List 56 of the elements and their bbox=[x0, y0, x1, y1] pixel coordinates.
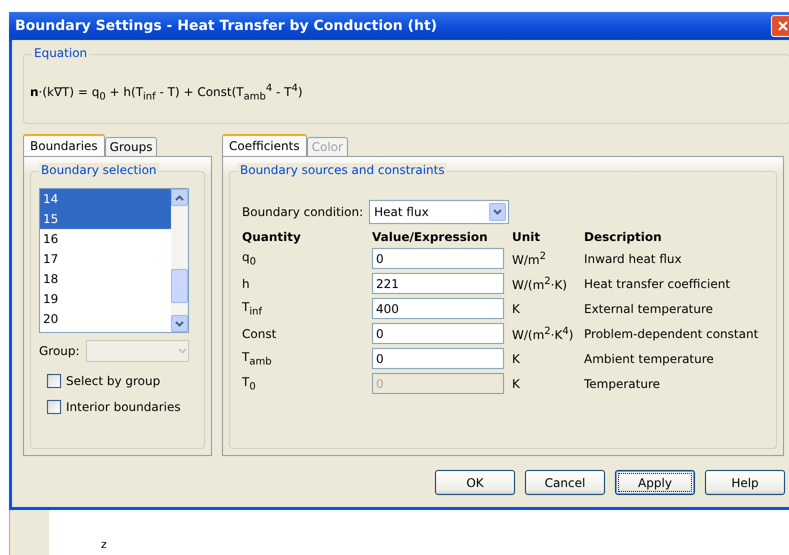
checkbox[interactable] bbox=[47, 400, 61, 414]
unit-cell-text: W/(m$^{2}$·K$^{4}$) bbox=[512, 326, 574, 342]
quantity-cell-text: T$_{0}$ bbox=[242, 374, 257, 392]
description-cell-text: Ambient temperature bbox=[584, 352, 715, 366]
scrollbar[interactable] bbox=[171, 189, 188, 332]
description-cell-text: Problem-dependent constant bbox=[584, 326, 760, 340]
quantity-cell-text: T$_{inf}$ bbox=[242, 300, 264, 318]
quantity-cell-text: T$_{amb}$ bbox=[242, 350, 273, 368]
condition-dropdown[interactable]: Heat flux bbox=[369, 200, 510, 224]
quantity-cell-text: h bbox=[242, 276, 251, 290]
checkbox-label: Interior boundaries bbox=[66, 400, 181, 414]
value-field[interactable]: 221 bbox=[372, 273, 504, 294]
column-header: Unit bbox=[512, 230, 542, 244]
description-cell-text: Heat transfer coefficient bbox=[584, 276, 732, 290]
unit-cell-text: W/m$^{2}$ bbox=[512, 250, 547, 266]
group-title: Boundary sources and constraints bbox=[238, 163, 447, 177]
scroll-down-button[interactable] bbox=[171, 315, 188, 332]
value-field[interactable]: 0 bbox=[372, 323, 504, 344]
value-field[interactable]: 0 bbox=[372, 248, 504, 269]
column-header: Value/Expression bbox=[372, 230, 489, 244]
value-field[interactable]: 400 bbox=[372, 298, 504, 319]
dialog-button[interactable]: Help bbox=[705, 470, 785, 495]
condition-label: Boundary condition: bbox=[242, 205, 364, 219]
unit-cell-text: K bbox=[512, 352, 521, 366]
column-header: Quantity bbox=[242, 230, 302, 244]
tab[interactable]: Boundaries bbox=[23, 134, 105, 156]
group-label: Group: bbox=[39, 344, 80, 358]
window-title: Boundary Settings - Heat Transfer by Conduction (ht) bbox=[15, 18, 438, 34]
quantity-cell-text: q$_{0}$ bbox=[242, 250, 257, 268]
dialog-button[interactable]: Apply bbox=[615, 470, 695, 495]
scroll-thumb[interactable] bbox=[171, 268, 188, 302]
list-item[interactable]: 15 bbox=[40, 209, 171, 229]
unit-cell-text: K bbox=[512, 376, 521, 390]
description-cell-text: External temperature bbox=[584, 302, 714, 316]
equation-formula: n·(k∇T) = q$_{0}$ + h(T$_{inf}$ - T) + Const(T$_{amb}$$^{4}$ - T$^{4}$) bbox=[30, 85, 303, 99]
column-header: Description bbox=[584, 230, 663, 244]
boundary-list[interactable]: 14 15 16 17 18 19 20 bbox=[39, 188, 189, 333]
tab[interactable]: Groups bbox=[104, 137, 158, 156]
close-button[interactable] bbox=[771, 15, 789, 37]
checkbox-label: Select by group bbox=[66, 374, 160, 388]
unit-cell-text: K bbox=[512, 302, 521, 316]
close-icon bbox=[777, 20, 789, 32]
list-item[interactable]: 14 bbox=[40, 189, 171, 209]
description-cell-text: Temperature bbox=[584, 376, 662, 390]
quantity-cell-text: Const bbox=[242, 326, 278, 340]
dialog-button[interactable]: Cancel bbox=[525, 470, 605, 495]
dialog-button[interactable]: OK bbox=[435, 470, 515, 495]
axis-label: z bbox=[101, 538, 107, 553]
tab[interactable]: Coefficients bbox=[222, 134, 307, 156]
value-field[interactable]: 0 bbox=[372, 348, 504, 369]
scroll-up-button[interactable] bbox=[171, 189, 188, 206]
checkbox[interactable] bbox=[47, 374, 61, 388]
group-title: Equation bbox=[32, 46, 90, 60]
group-title: Boundary selection bbox=[39, 163, 159, 177]
unit-cell-text: W/(m$^{2}$·K) bbox=[512, 276, 568, 292]
description-cell-text: Inward heat flux bbox=[584, 252, 683, 266]
